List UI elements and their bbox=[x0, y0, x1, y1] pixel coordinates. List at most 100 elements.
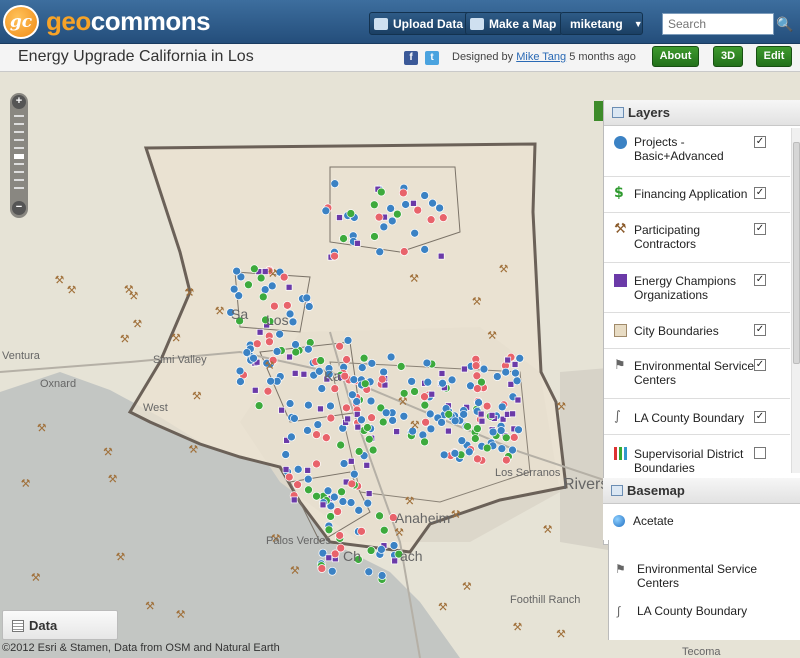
basemap-header[interactable]: Basemap bbox=[603, 478, 800, 504]
map-marker[interactable] bbox=[349, 469, 359, 479]
hammer-icon[interactable]: ⚒ bbox=[67, 284, 77, 297]
map-marker[interactable] bbox=[335, 341, 344, 351]
map-marker[interactable] bbox=[325, 554, 333, 562]
zoom-tick[interactable] bbox=[14, 131, 24, 133]
hammer-icon[interactable]: ⚒ bbox=[120, 333, 130, 346]
layer-item-projects[interactable]: Projects - Basic+Advanced ✓ bbox=[604, 127, 790, 177]
hammer-icon[interactable]: ⚒ bbox=[116, 551, 126, 564]
layer-checkbox[interactable]: ✓ bbox=[754, 223, 766, 235]
map-marker[interactable] bbox=[398, 188, 408, 198]
map-marker[interactable] bbox=[496, 426, 506, 435]
map-marker[interactable] bbox=[478, 417, 486, 425]
map-marker[interactable] bbox=[313, 420, 323, 429]
map-marker[interactable] bbox=[428, 390, 436, 398]
map-marker[interactable] bbox=[346, 498, 356, 507]
hammer-icon[interactable]: ⚒ bbox=[54, 274, 64, 287]
map-marker[interactable] bbox=[357, 363, 367, 372]
map-marker[interactable] bbox=[501, 455, 511, 465]
map-marker[interactable] bbox=[420, 191, 430, 200]
map-marker[interactable] bbox=[492, 372, 502, 381]
hammer-icon[interactable]: ⚒ bbox=[108, 473, 118, 486]
map-marker[interactable] bbox=[304, 302, 314, 311]
layers-header[interactable]: Layers bbox=[604, 100, 800, 126]
map-marker[interactable] bbox=[235, 366, 245, 376]
map-marker[interactable] bbox=[326, 401, 335, 411]
map-marker[interactable] bbox=[514, 425, 523, 435]
map-marker[interactable] bbox=[425, 409, 435, 419]
geocommons-logo-text[interactable]: geocommons bbox=[46, 6, 211, 37]
hammer-icon[interactable]: ⚒ bbox=[192, 389, 202, 402]
map-marker[interactable] bbox=[236, 377, 245, 386]
map-marker[interactable] bbox=[275, 329, 285, 339]
map-marker[interactable] bbox=[388, 416, 397, 425]
map-marker[interactable] bbox=[369, 200, 379, 210]
map-marker[interactable] bbox=[423, 377, 433, 387]
map-marker[interactable] bbox=[488, 427, 498, 437]
map-marker[interactable] bbox=[336, 214, 343, 221]
layer-checkbox[interactable]: ✓ bbox=[754, 187, 766, 199]
search-icon[interactable]: 🔍 bbox=[775, 13, 795, 35]
map-marker[interactable] bbox=[282, 466, 290, 473]
map-marker[interactable] bbox=[285, 283, 293, 291]
map-marker[interactable] bbox=[266, 376, 276, 386]
map-marker[interactable] bbox=[293, 480, 302, 490]
map-marker[interactable] bbox=[344, 415, 352, 423]
map-marker[interactable] bbox=[377, 545, 386, 554]
map-marker[interactable] bbox=[360, 379, 370, 389]
map-marker[interactable] bbox=[438, 213, 448, 223]
hammer-icon[interactable]: ⚒ bbox=[513, 620, 523, 633]
map-marker[interactable] bbox=[363, 498, 373, 508]
map-marker[interactable] bbox=[354, 239, 361, 247]
map-marker[interactable] bbox=[287, 432, 296, 442]
map-marker[interactable] bbox=[450, 416, 460, 426]
map-marker[interactable] bbox=[438, 370, 446, 377]
map-marker[interactable] bbox=[303, 426, 312, 435]
map-marker[interactable] bbox=[312, 430, 321, 439]
map-marker[interactable] bbox=[509, 410, 516, 418]
map-marker[interactable] bbox=[293, 464, 303, 474]
hammer-icon[interactable]: ⚒ bbox=[438, 601, 448, 614]
layer-item-la-county-boundary[interactable]: ∫ LA County Boundary ✓ bbox=[604, 399, 790, 435]
map-marker[interactable] bbox=[339, 459, 349, 468]
map-marker[interactable] bbox=[399, 411, 409, 421]
map-marker[interactable] bbox=[410, 199, 417, 207]
hammer-icon[interactable]: ⚒ bbox=[472, 295, 482, 308]
map-marker[interactable] bbox=[386, 204, 395, 213]
map-marker[interactable] bbox=[272, 347, 282, 356]
map-marker[interactable] bbox=[410, 228, 420, 238]
map-marker[interactable] bbox=[391, 557, 399, 565]
zoom-tick[interactable] bbox=[14, 115, 24, 117]
map-marker[interactable] bbox=[314, 366, 324, 376]
map-marker[interactable] bbox=[302, 293, 312, 303]
hammer-icon[interactable]: ⚒ bbox=[499, 263, 509, 276]
layer-item-energy-champions[interactable]: Energy Champions Organizations ✓ bbox=[604, 263, 790, 313]
map-marker[interactable] bbox=[291, 347, 301, 357]
map-marker[interactable] bbox=[359, 353, 369, 363]
hammer-icon[interactable]: ⚒ bbox=[451, 508, 461, 521]
layers-scrollbar[interactable] bbox=[791, 128, 800, 473]
map-marker[interactable] bbox=[459, 409, 468, 419]
map-marker[interactable] bbox=[473, 454, 482, 464]
map-marker[interactable] bbox=[514, 396, 522, 404]
map-marker[interactable] bbox=[347, 457, 355, 465]
map-marker[interactable] bbox=[501, 433, 511, 443]
map-marker[interactable] bbox=[386, 352, 396, 362]
map-marker[interactable] bbox=[252, 339, 262, 349]
map-marker[interactable] bbox=[470, 434, 480, 443]
map-marker[interactable] bbox=[477, 410, 485, 418]
map-marker[interactable] bbox=[326, 512, 335, 521]
map-marker[interactable] bbox=[437, 252, 445, 260]
map-marker[interactable] bbox=[256, 273, 266, 283]
map-marker[interactable] bbox=[357, 415, 366, 425]
map-marker[interactable] bbox=[303, 344, 313, 354]
hammer-icon[interactable]: ⚒ bbox=[265, 359, 275, 372]
twitter-icon[interactable]: t bbox=[425, 51, 439, 65]
zoom-tick[interactable] bbox=[14, 139, 24, 141]
map-marker[interactable] bbox=[330, 384, 340, 393]
author-link[interactable]: Mike Tang bbox=[516, 51, 566, 63]
map-marker[interactable] bbox=[393, 428, 400, 435]
map-marker[interactable] bbox=[488, 412, 496, 419]
map-marker[interactable] bbox=[421, 417, 430, 427]
data-tab-button[interactable]: Data bbox=[2, 610, 118, 640]
map-marker[interactable] bbox=[336, 440, 346, 450]
